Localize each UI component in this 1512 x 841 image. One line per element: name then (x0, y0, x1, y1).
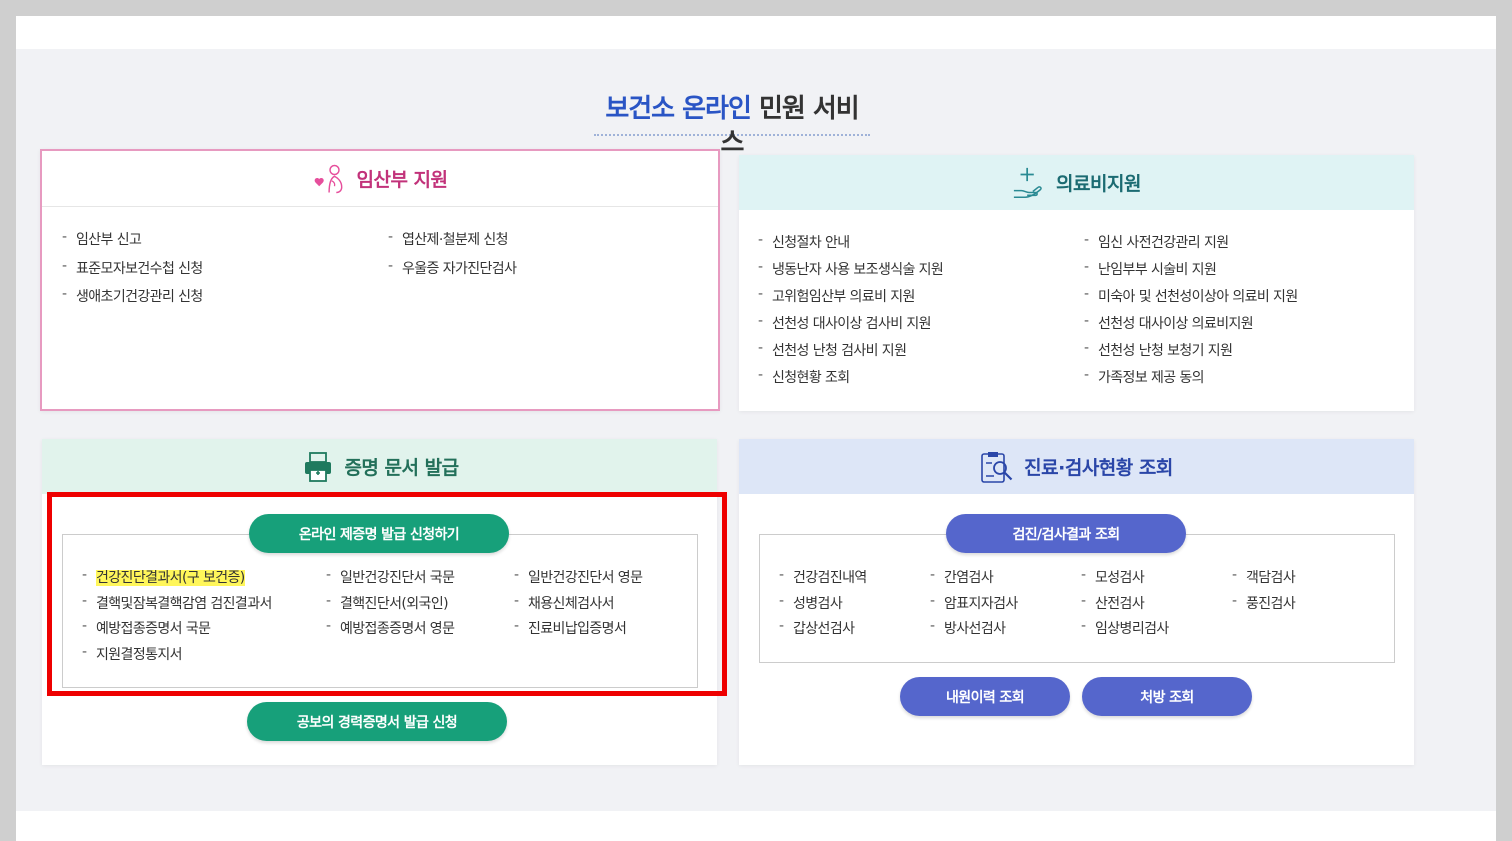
exam-list-col2: 간염검사 암표지자검사 방사선검사 (930, 567, 1018, 644)
list-item[interactable]: 고위험임산부 의료비 지원 (758, 286, 943, 313)
certificate-header[interactable]: 증명 문서 발급 (42, 439, 717, 494)
list-item[interactable]: 건강검진내역 (779, 567, 867, 593)
pregnant-woman-heart-icon (312, 161, 348, 197)
exam-inquiry-title: 진료·검사현황 조회 (1024, 457, 1173, 479)
exam-list-col3: 모성검사 산전검사 임상병리검사 (1081, 567, 1169, 644)
list-item[interactable]: 선천성 난청 보청기 지원 (1084, 340, 1298, 367)
clipboard-search-icon (980, 449, 1016, 485)
list-item[interactable]: 미숙아 및 선천성이상아 의료비 지원 (1084, 286, 1298, 313)
list-item[interactable]: 임신 사전건강관리 지원 (1084, 232, 1298, 259)
list-item[interactable]: 선천성 대사이상 검사비 지원 (758, 313, 943, 340)
medical-support-header[interactable]: 의료비지원 (739, 155, 1414, 210)
page-title-highlight: 보건소 온라인 (605, 94, 752, 124)
exam-list-col4: 객담검사 풍진검사 (1232, 567, 1296, 619)
medical-support-card: 의료비지원 신청절차 안내 냉동난자 사용 보조생식술 지원 고위험임산부 의료… (739, 155, 1414, 411)
list-item[interactable]: 성병검사 (779, 593, 867, 619)
exam-inquiry-card: 진료·검사현황 조회 검진/검사결과 조회 건강검진내역 성병검사 갑상선검사 … (739, 439, 1414, 765)
medical-list-col1: 신청절차 안내 냉동난자 사용 보조생식술 지원 고위험임산부 의료비 지원 선… (758, 232, 944, 394)
exam-list-col1: 건강검진내역 성병검사 갑상선검사 (779, 567, 867, 644)
list-item[interactable]: 갑상선검사 (779, 618, 867, 644)
medical-list-col2: 임신 사전건강관리 지원 난임부부 시술비 지원 미숙아 및 선천성이상아 의료… (1084, 232, 1298, 394)
pregnant-list-col2: 엽산제·철분제 신청 우울증 자가진단검사 (388, 229, 517, 287)
hand-plus-icon (1012, 165, 1048, 201)
list-item[interactable]: 풍진검사 (1232, 593, 1296, 619)
list-item[interactable]: 신청현황 조회 (758, 367, 943, 394)
list-item[interactable]: 간염검사 (930, 567, 1018, 593)
pregnant-support-card: 임산부 지원 임산부 신고 표준모자보건수첩 신청 생애초기건강관리 신청 엽산… (40, 149, 720, 411)
exam-result-button[interactable]: 검진/검사결과 조회 (946, 514, 1186, 553)
pregnant-list-col1: 임산부 신고 표준모자보건수첩 신청 생애초기건강관리 신청 (62, 229, 203, 315)
list-item[interactable]: 표준모자보건수첩 신청 (62, 258, 203, 287)
list-item[interactable]: 냉동난자 사용 보조생식술 지원 (758, 259, 944, 286)
list-item[interactable]: 우울증 자가진단검사 (388, 258, 517, 287)
list-item[interactable]: 암표지자검사 (930, 593, 1018, 619)
top-bar (16, 16, 1496, 49)
list-item[interactable]: 선천성 대사이상 의료비지원 (1084, 313, 1298, 340)
medical-support-title: 의료비지원 (1056, 173, 1141, 195)
pregnant-support-header[interactable]: 임산부 지원 (42, 151, 718, 207)
visit-history-button[interactable]: 내원이력 조회 (900, 677, 1070, 716)
printer-icon (300, 449, 336, 485)
list-item[interactable]: 방사선검사 (930, 618, 1018, 644)
list-item[interactable]: 엽산제·철분제 신청 (388, 229, 516, 258)
list-item[interactable]: 신청절차 안내 (758, 232, 943, 259)
list-item[interactable]: 선천성 난청 검사비 지원 (758, 340, 943, 367)
bottom-bar (16, 811, 1496, 841)
career-certificate-button[interactable]: 공보의 경력증명서 발급 신청 (247, 702, 507, 741)
prescription-button[interactable]: 처방 조회 (1082, 677, 1252, 716)
list-item[interactable]: 임산부 신고 (62, 229, 203, 258)
list-item[interactable]: 가족정보 제공 동의 (1084, 367, 1298, 394)
list-item[interactable]: 모성검사 (1081, 567, 1169, 593)
page-title: 보건소 온라인 민원 서비스 (594, 92, 870, 158)
red-annotation-box (47, 492, 727, 696)
list-item[interactable]: 산전검사 (1081, 593, 1169, 619)
list-item[interactable]: 생애초기건강관리 신청 (62, 286, 203, 315)
list-item[interactable]: 객담검사 (1232, 567, 1296, 593)
list-item[interactable]: 임상병리검사 (1081, 618, 1169, 644)
exam-inquiry-header[interactable]: 진료·검사현황 조회 (739, 439, 1414, 494)
pregnant-support-title: 임산부 지원 (356, 169, 448, 191)
certificate-title: 증명 문서 발급 (344, 457, 459, 479)
list-item[interactable]: 난임부부 시술비 지원 (1084, 259, 1298, 286)
